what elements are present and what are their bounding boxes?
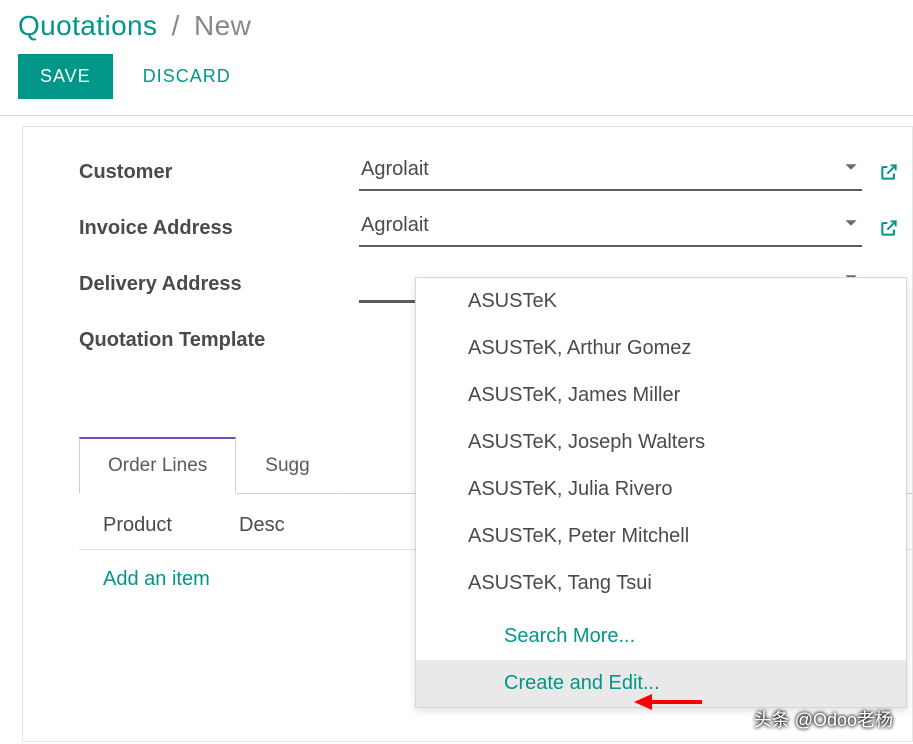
field-customer[interactable] bbox=[359, 154, 862, 191]
dropdown-option[interactable]: ASUSTeK, Joseph Walters bbox=[416, 419, 906, 466]
dropdown-option[interactable]: ASUSTeK, Tang Tsui bbox=[416, 560, 906, 607]
external-link-icon[interactable] bbox=[876, 159, 902, 185]
dropdown-option[interactable]: ASUSTeK, Julia Rivero bbox=[416, 466, 906, 513]
invoice-address-input[interactable] bbox=[359, 210, 862, 247]
breadcrumb-current: New bbox=[194, 10, 251, 41]
column-description: Desc bbox=[239, 514, 359, 537]
add-item-link[interactable]: Add an item bbox=[103, 568, 210, 590]
delivery-address-dropdown: ASUSTeK ASUSTeK, Arthur Gomez ASUSTeK, J… bbox=[415, 277, 907, 708]
breadcrumb-parent[interactable]: Quotations bbox=[18, 10, 157, 41]
field-invoice-address[interactable] bbox=[359, 210, 862, 247]
label-quotation-template: Quotation Template bbox=[79, 329, 359, 352]
dropdown-option[interactable]: ASUSTeK, Arthur Gomez bbox=[416, 325, 906, 372]
toolbar: SAVE DISCARD bbox=[0, 48, 913, 116]
breadcrumb-sep: / bbox=[172, 10, 180, 41]
save-button[interactable]: SAVE bbox=[18, 54, 113, 99]
label-customer: Customer bbox=[79, 161, 359, 184]
dropdown-option[interactable]: ASUSTeK, James Miller bbox=[416, 372, 906, 419]
form-sheet: Customer Invoice Address bbox=[22, 126, 913, 742]
external-link-icon[interactable] bbox=[876, 215, 902, 241]
breadcrumb: Quotations / New bbox=[0, 0, 913, 48]
dropdown-option[interactable]: ASUSTeK bbox=[416, 278, 906, 325]
tab-suggested[interactable]: Sugg bbox=[236, 438, 338, 494]
row-customer: Customer bbox=[79, 153, 902, 191]
customer-input[interactable] bbox=[359, 154, 862, 191]
tab-order-lines[interactable]: Order Lines bbox=[79, 437, 236, 494]
watermark-text: 头条 @Odoo老杨 bbox=[754, 706, 893, 732]
dropdown-option[interactable]: ASUSTeK, Peter Mitchell bbox=[416, 513, 906, 560]
dropdown-search-more[interactable]: Search More... bbox=[416, 613, 906, 660]
label-invoice-address: Invoice Address bbox=[79, 217, 359, 240]
row-invoice-address: Invoice Address bbox=[79, 209, 902, 247]
annotation-arrow-icon bbox=[634, 690, 704, 714]
discard-button[interactable]: DISCARD bbox=[143, 54, 231, 99]
column-product: Product bbox=[79, 514, 239, 537]
label-delivery-address: Delivery Address bbox=[79, 273, 359, 296]
